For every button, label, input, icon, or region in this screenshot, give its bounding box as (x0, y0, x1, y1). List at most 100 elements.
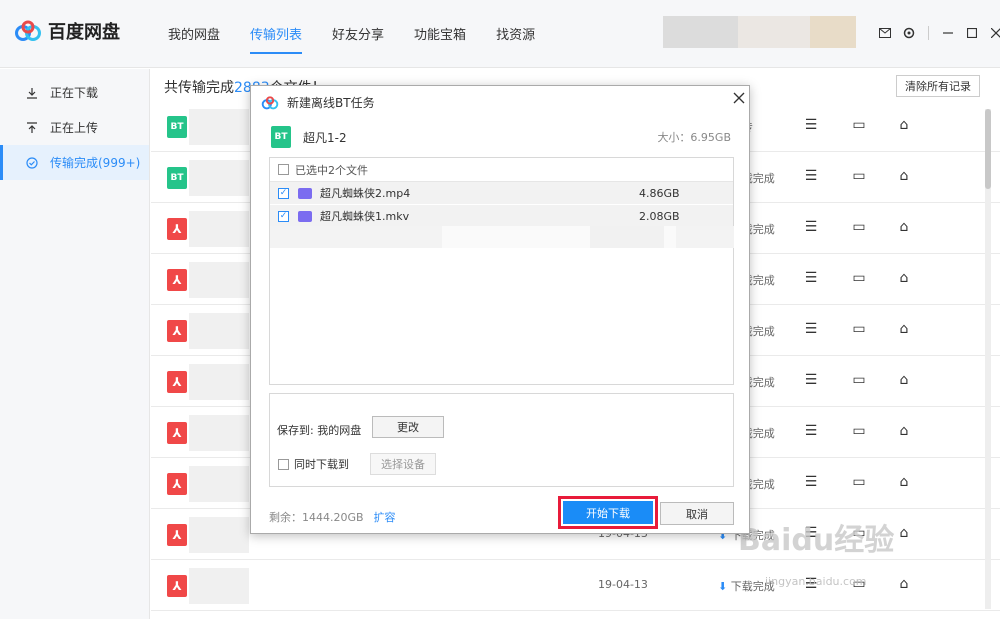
delete-record-icon[interactable]: ⌂ (896, 423, 912, 439)
file-checkbox[interactable]: ✓ (278, 210, 289, 222)
expand-capacity-link[interactable]: 扩容 (374, 511, 396, 524)
open-folder-icon[interactable]: ▭ (851, 219, 867, 235)
file-details-icon[interactable]: ☰ (803, 168, 819, 184)
open-folder-icon[interactable]: ▭ (851, 372, 867, 388)
blurred-file-name (189, 364, 249, 400)
watermark-url: jingyan.baidu.com (765, 575, 867, 588)
download-icon (27, 87, 37, 99)
window-controls (878, 26, 1000, 40)
sidebar-item-uploading[interactable]: 正在上传 (0, 110, 149, 145)
select-device-button[interactable]: 选择设备 (370, 453, 436, 475)
select-all-checkbox[interactable] (278, 164, 289, 175)
file-details-icon[interactable]: ☰ (803, 219, 819, 235)
close-icon[interactable] (989, 26, 1000, 40)
open-folder-icon[interactable]: ▭ (851, 423, 867, 439)
pdf-file-icon: ⅄ (167, 524, 187, 546)
open-folder-icon[interactable]: ▭ (851, 117, 867, 133)
blurred-file-name (189, 517, 249, 553)
delete-record-icon[interactable]: ⌂ (896, 576, 912, 592)
blurred-area (270, 226, 734, 248)
sidebar-item-downloading[interactable]: 正在下载 (0, 75, 149, 110)
file-size: 2.08GB (639, 209, 680, 223)
delete-record-icon[interactable]: ⌂ (896, 372, 912, 388)
pdf-file-icon: ⅄ (167, 422, 187, 444)
start-download-button[interactable]: 开始下载 (563, 501, 653, 524)
delete-record-icon[interactable]: ⌂ (896, 474, 912, 490)
delete-record-icon[interactable]: ⌂ (896, 321, 912, 337)
remaining-space-label: 剩余：1444.20GB (269, 511, 364, 524)
blurred-file-name (189, 415, 249, 451)
mail-icon[interactable] (878, 26, 892, 40)
open-folder-icon[interactable]: ▭ (851, 321, 867, 337)
file-details-icon[interactable]: ☰ (803, 423, 819, 439)
nav-find-resources[interactable]: 找资源 (496, 24, 535, 54)
file-details-icon[interactable]: ☰ (803, 270, 819, 286)
select-all-row[interactable]: 已选中2个文件 (270, 158, 733, 182)
nav-my-disk[interactable]: 我的网盘 (168, 24, 220, 54)
top-bar: 百度网盘 我的网盘 传输列表 好友分享 功能宝箱 找资源 (0, 0, 1000, 68)
file-details-icon[interactable]: ☰ (803, 372, 819, 388)
file-row[interactable]: ✓ 超凡蜘蛛侠1.mkv 2.08GB (270, 205, 733, 227)
blurred-file-name (189, 568, 249, 604)
new-bt-task-dialog: 新建离线BT任务 BT 超凡1-2 大小：6.95GB 已选中2个文件 ✓ 超凡… (250, 85, 750, 534)
start-download-highlight: 开始下载 (558, 496, 658, 529)
watermark: Baidu经验 (738, 523, 895, 558)
remaining-space: 剩余：1444.20GB 扩容 (269, 509, 396, 525)
cancel-button[interactable]: 取消 (660, 502, 734, 525)
file-details-icon[interactable]: ☰ (803, 117, 819, 133)
blurred-file-name (189, 160, 249, 196)
open-folder-icon[interactable]: ▭ (851, 270, 867, 286)
dialog-title: 新建离线BT任务 (287, 96, 375, 110)
nav-friend-share[interactable]: 好友分享 (332, 24, 384, 54)
torrent-info: BT 超凡1-2 大小：6.95GB (271, 126, 731, 148)
change-location-button[interactable]: 更改 (372, 416, 444, 438)
sync-download-row[interactable]: 同时下载到 (278, 456, 349, 472)
scrollbar-thumb[interactable] (985, 109, 991, 189)
minimize-icon[interactable] (941, 26, 955, 40)
sidebar: 正在下载 正在上传 传输完成(999+) (0, 69, 150, 619)
delete-record-icon[interactable]: ⌂ (896, 219, 912, 235)
video-file-icon (298, 210, 312, 222)
save-location-label: 保存到: 我的网盘 (277, 424, 362, 437)
sync-download-checkbox[interactable] (278, 458, 289, 470)
bt-file-icon: BT (167, 116, 187, 138)
torrent-name: 超凡1-2 (303, 130, 347, 145)
open-folder-icon[interactable]: ▭ (851, 474, 867, 490)
sidebar-item-label: 传输完成(999+) (50, 156, 141, 170)
main-nav: 我的网盘 传输列表 好友分享 功能宝箱 找资源 (168, 24, 565, 54)
video-file-icon (298, 187, 312, 199)
file-size: 4.86GB (639, 186, 680, 200)
pdf-file-icon: ⅄ (167, 371, 187, 393)
delete-record-icon[interactable]: ⌂ (896, 117, 912, 133)
settings-gear-icon[interactable] (902, 26, 916, 40)
transfer-row[interactable]: ⅄19-04-13⬇ 下载完成☰▭⌂ (151, 560, 1000, 611)
bt-file-icon: BT (271, 126, 291, 148)
app-logo[interactable]: 百度网盘 (14, 18, 120, 44)
pdf-file-icon: ⅄ (167, 575, 187, 597)
blurred-user-area (810, 16, 856, 48)
bt-file-icon: BT (167, 167, 187, 189)
pdf-file-icon: ⅄ (167, 218, 187, 240)
check-circle-icon (26, 156, 38, 169)
download-arrow-icon: ⬇ (718, 580, 731, 593)
open-folder-icon[interactable]: ▭ (851, 168, 867, 184)
sidebar-item-label: 正在下载 (50, 86, 99, 100)
file-row[interactable]: ✓ 超凡蜘蛛侠2.mp4 4.86GB (270, 182, 733, 204)
sidebar-item-completed[interactable]: 传输完成(999+) (0, 145, 149, 180)
file-details-icon[interactable]: ☰ (803, 321, 819, 337)
sidebar-item-label: 正在上传 (50, 121, 99, 135)
dialog-header: 新建离线BT任务 (251, 86, 749, 119)
delete-record-icon[interactable]: ⌂ (896, 168, 912, 184)
nav-toolbox[interactable]: 功能宝箱 (414, 24, 466, 54)
file-checkbox[interactable]: ✓ (278, 187, 289, 199)
file-details-icon[interactable]: ☰ (803, 474, 819, 490)
delete-record-icon[interactable]: ⌂ (896, 525, 912, 541)
delete-record-icon[interactable]: ⌂ (896, 270, 912, 286)
maximize-icon[interactable] (965, 26, 979, 40)
selected-count-label: 已选中2个文件 (295, 163, 368, 177)
baidu-cloud-logo-icon (15, 20, 41, 41)
clear-all-records-button[interactable]: 清除所有记录 (896, 75, 980, 97)
nav-transfer-list[interactable]: 传输列表 (250, 24, 303, 54)
app-name: 百度网盘 (48, 22, 120, 43)
dialog-close-icon[interactable] (733, 89, 749, 105)
